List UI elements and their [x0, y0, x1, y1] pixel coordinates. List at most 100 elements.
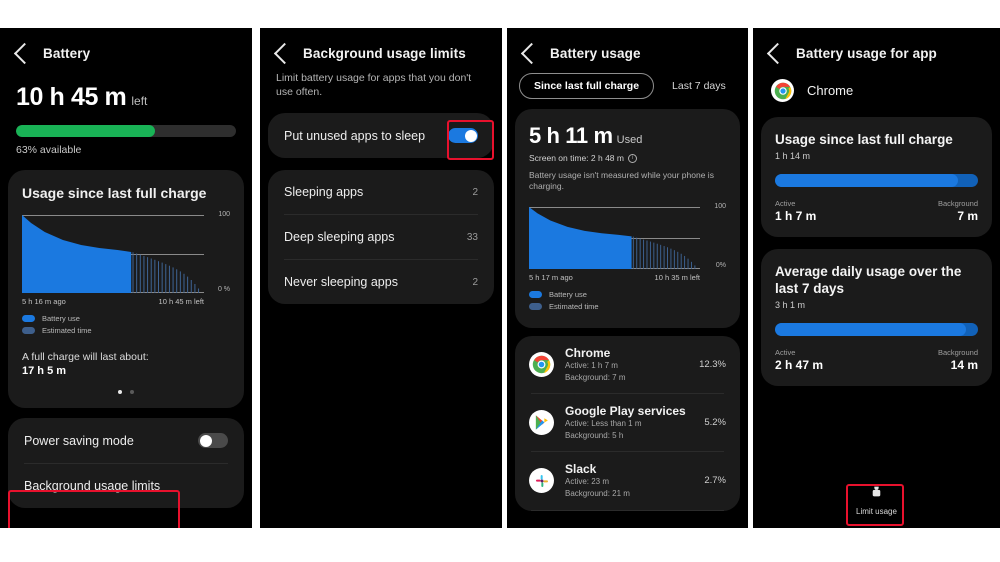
chrome-icon — [771, 79, 794, 102]
row-put-unused-apps-to-sleep[interactable]: Put unused apps to sleep — [268, 113, 494, 158]
page-title: Battery usage for app — [796, 46, 937, 61]
app-name: Google Play services — [565, 404, 686, 419]
background-value: 7 m — [957, 209, 978, 224]
legend-item: Battery use — [529, 290, 726, 299]
usage-bar-fill — [775, 323, 966, 337]
list-item[interactable]: Chrome Active: 1 h 7 m Background: 7 m 1… — [515, 336, 740, 393]
slack-icon — [529, 468, 554, 494]
chart-svg — [529, 206, 696, 269]
limit-usage-label: Limit usage — [856, 507, 897, 516]
row-never-sleeping-apps[interactable]: Never sleeping apps 2 — [268, 260, 494, 304]
battery-percent-note: 63% available — [16, 144, 82, 156]
page-dot-1[interactable] — [118, 390, 122, 394]
put-unused-apps-toggle[interactable] — [448, 128, 478, 144]
info-icon[interactable]: i — [627, 153, 637, 163]
battery-remaining-value: 10 h 45 m — [16, 83, 127, 111]
toggle-knob — [464, 129, 477, 142]
panel-background-usage-limits: Background usage limits Limit battery us… — [260, 28, 502, 528]
time-range-tabs: Since last full charge Last 7 days — [507, 61, 748, 99]
list-item[interactable]: Slack Active: 23 m Background: 21 m 2.7% — [515, 452, 740, 509]
battery-usage-chart: 100 0% — [529, 203, 726, 269]
chart-start-label: 5 h 16 m ago — [22, 297, 66, 306]
background-usage-limits-label: Background usage limits — [24, 479, 161, 493]
deep-sleeping-apps-count: 33 — [466, 231, 478, 243]
app-background-time: Background: 5 h — [565, 430, 624, 440]
active-block: Active 1 h 7 m — [775, 199, 816, 223]
panel-battery-usage-for-app: Battery usage for app Chrome Usage since… — [753, 28, 1000, 528]
app-active-time: Active: 1 h 7 m — [565, 360, 618, 370]
app-percent: 12.3% — [699, 359, 726, 371]
usage-bar-fill — [775, 174, 958, 188]
legend-swatch-estimated-time — [529, 302, 542, 310]
chevron-left-icon[interactable] — [13, 42, 36, 65]
page-title: Background usage limits — [303, 46, 466, 61]
tab-since-last-full-charge[interactable]: Since last full charge — [519, 73, 655, 99]
active-background-row: Active 1 h 7 m Background 7 m — [761, 187, 992, 237]
chart-end-label: 10 h 35 m left — [654, 272, 700, 282]
chart-axis-top-label: 100 — [714, 202, 726, 210]
page-dot-2[interactable] — [130, 390, 134, 394]
row-deep-sleeping-apps[interactable]: Deep sleeping apps 33 — [268, 215, 494, 259]
row-background-usage-limits[interactable]: Background usage limits — [8, 464, 244, 508]
panel4-header: Battery usage for app — [753, 28, 1000, 65]
panel3-header: Battery usage — [507, 28, 748, 65]
card-title: Average daily usage over the last 7 days — [775, 264, 962, 296]
list-item[interactable]: Google Play services Active: Less than 1… — [515, 394, 740, 451]
active-block: Active 2 h 47 m — [775, 348, 823, 372]
used-value: 5 h 11 m — [529, 123, 613, 148]
chart-legend: Battery use Estimated time — [515, 282, 740, 328]
usage-since-last-charge-card: Usage since last full charge 1 h 14 m Ac… — [761, 117, 992, 238]
legend-label-battery-use: Battery use — [549, 289, 587, 299]
tab-last-7-days[interactable]: Last 7 days — [658, 74, 740, 98]
page-title: Battery usage — [550, 46, 641, 61]
battery-usage-chart: 100 0 % — [22, 211, 230, 293]
app-percent: 5.2% — [704, 417, 726, 429]
battery-level-bar — [16, 125, 236, 137]
never-sleeping-apps-count: 2 — [472, 276, 478, 288]
sleeping-apps-count: 2 — [472, 186, 478, 198]
app-usage-list: Chrome Active: 1 h 7 m Background: 7 m 1… — [515, 335, 740, 511]
active-label: Active — [775, 199, 796, 209]
legend-item: Estimated time — [529, 302, 726, 311]
panel-battery: Battery 10 h 45 m left 63% available Usa… — [0, 28, 252, 528]
power-saving-mode-toggle[interactable] — [198, 433, 228, 448]
active-label: Active — [775, 348, 796, 358]
usage-card-title: Usage since last full charge — [22, 185, 207, 201]
panel2-header: Background usage limits — [260, 28, 502, 65]
svg-text:z: z — [875, 491, 877, 496]
app-name: Slack — [565, 462, 597, 477]
page-indicator — [8, 377, 244, 408]
card-subtitle: 1 h 14 m — [775, 151, 811, 162]
background-label: Background — [937, 348, 978, 358]
row-sleeping-apps[interactable]: Sleeping apps 2 — [268, 170, 494, 214]
chart-range-labels: 5 h 17 m ago 10 h 35 m left — [529, 273, 700, 282]
legend-swatch-estimated-time — [22, 327, 35, 334]
app-info: Chrome Active: 1 h 7 m Background: 7 m — [565, 346, 688, 383]
screen-on-time-label: Screen on time: 2 h 48 m — [529, 153, 624, 163]
background-label: Background — [937, 199, 978, 209]
app-name: Chrome — [565, 345, 611, 360]
chrome-icon — [529, 352, 554, 378]
card-title: Usage since last full charge — [775, 132, 953, 147]
average-daily-usage-card: Average daily usage over the last 7 days… — [761, 249, 992, 387]
chart-end-label: 10 h 45 m left — [158, 297, 204, 306]
full-charge-value: 17 h 5 m — [22, 365, 67, 377]
chart-axis-bottom-label: 0% — [715, 261, 726, 269]
app-header: Chrome — [753, 61, 1000, 102]
full-charge-note: A full charge will last about: — [22, 351, 149, 363]
battery-remaining: 10 h 45 m left — [0, 83, 252, 112]
app-active-time: Active: 23 m — [565, 477, 610, 487]
active-background-row: Active 2 h 47 m Background 14 m — [761, 336, 992, 386]
limit-usage-button[interactable]: z Limit usage — [753, 485, 1000, 516]
app-percent: 2.7% — [704, 475, 726, 487]
chart-range-labels: 5 h 16 m ago 10 h 45 m left — [22, 297, 204, 306]
legend-item: Battery use — [22, 314, 230, 323]
legend-label-battery-use: Battery use — [42, 314, 80, 323]
battery-level-fill — [16, 125, 155, 137]
divider — [531, 509, 724, 511]
chart-plot-area — [529, 206, 700, 269]
row-power-saving-mode[interactable]: Power saving mode — [8, 418, 244, 463]
battery-settings-list: Power saving mode Background usage limit… — [8, 418, 244, 508]
app-info: Google Play services Active: Less than 1… — [565, 404, 693, 441]
legend-label-estimated-time: Estimated time — [42, 326, 92, 335]
